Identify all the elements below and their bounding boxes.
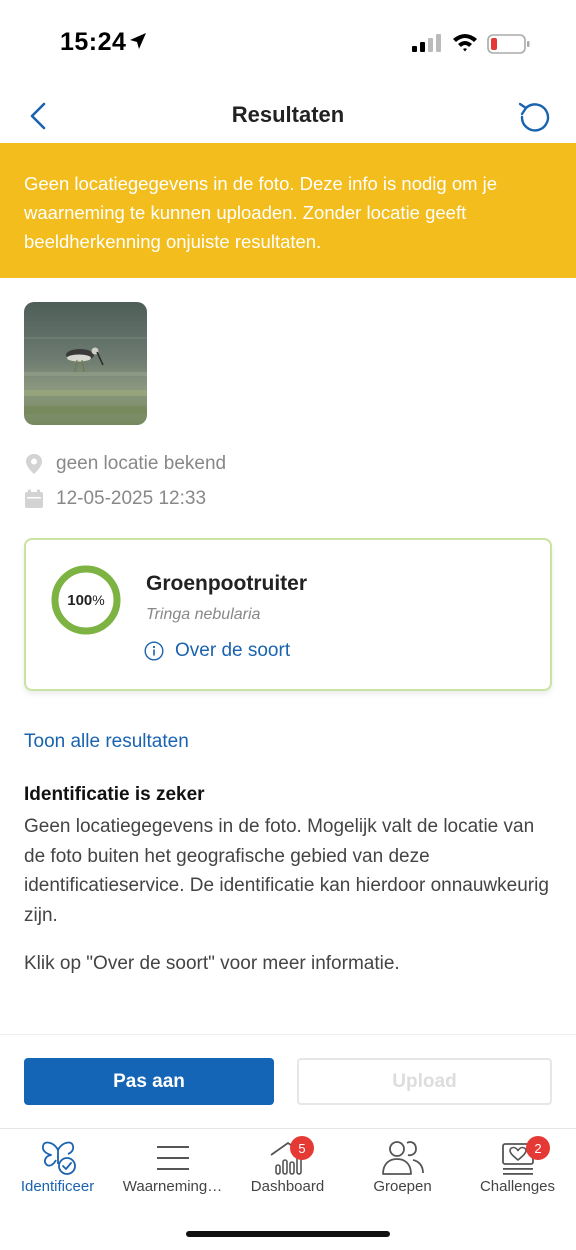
tab-label: Challenges	[479, 1178, 556, 1195]
battery-low-icon	[487, 34, 530, 54]
identification-body: Geen locatiegegevens in de foto. Mogelij…	[24, 816, 549, 926]
reload-button[interactable]	[514, 96, 556, 136]
identification-heading: Identificatie is zeker	[24, 784, 205, 805]
datetime-row: 12-05-2025 12:33	[24, 485, 206, 513]
tab-label: Identificeer	[20, 1178, 95, 1195]
notification-badge: 5	[290, 1136, 314, 1160]
about-species-label: Over de soort	[175, 640, 291, 661]
status-time: 15:24	[60, 28, 127, 56]
tab-bar-divider	[0, 1128, 576, 1129]
location-text: geen locatie bekend	[56, 453, 227, 474]
calendar-icon	[24, 488, 44, 510]
scientific-name: Tringa nebularia	[146, 606, 261, 623]
identification-hint: Klik op "Over de soort" voor meer inform…	[24, 953, 400, 974]
wifi-icon	[453, 34, 477, 52]
location-arrow-icon	[130, 33, 146, 49]
about-species-link[interactable]: Over de soort	[144, 640, 290, 662]
tab-label: Waarneming…	[122, 1178, 223, 1195]
warning-text: Geen locatiegegevens in de foto. Deze in…	[24, 173, 498, 252]
bird-photo-image	[24, 302, 147, 425]
tab-label: Dashboard	[250, 1178, 325, 1195]
reload-icon	[518, 102, 550, 132]
tab-label: Groepen	[373, 1178, 432, 1195]
edit-button[interactable]: Pas aan	[24, 1058, 274, 1105]
tab-groepen[interactable]: Groepen	[345, 1132, 460, 1202]
species-name: Groenpootruiter	[146, 572, 307, 595]
species-result-card[interactable]: 100% Groenpootruiter Tringa nebularia Ov…	[24, 538, 552, 691]
confidence-unit: %	[92, 592, 105, 608]
info-icon	[144, 641, 164, 661]
divider	[0, 1034, 576, 1035]
page-title: Resultaten	[231, 102, 345, 127]
tab-waarnemingen[interactable]: Waarneming…	[115, 1132, 230, 1202]
upload-button[interactable]: Upload	[297, 1058, 552, 1105]
butterfly-check-icon	[41, 1141, 76, 1175]
location-row: geen locatie bekend	[24, 450, 226, 478]
show-all-results-link[interactable]: Toon alle resultaten	[24, 731, 189, 753]
list-icon	[156, 1146, 189, 1170]
tab-challenges[interactable]: 2 Challenges	[460, 1132, 575, 1202]
navigation-bar: Resultaten	[0, 88, 576, 144]
notification-badge: 2	[526, 1136, 550, 1160]
status-bar: 15:24	[0, 0, 576, 88]
map-pin-icon	[24, 453, 44, 475]
group-icon	[381, 1141, 424, 1175]
tab-identificeer[interactable]: Identificeer	[0, 1132, 115, 1202]
datetime-text: 12-05-2025 12:33	[56, 488, 207, 509]
tab-dashboard[interactable]: 5 Dashboard	[230, 1132, 345, 1202]
confidence-number: 100	[67, 591, 93, 609]
observation-photo[interactable]	[24, 302, 147, 425]
cellular-signal-icon	[412, 34, 441, 52]
home-indicator	[186, 1231, 390, 1237]
confidence-label: 100%	[50, 564, 122, 636]
no-location-warning-banner: Geen locatiegegevens in de foto. Deze in…	[0, 143, 576, 278]
